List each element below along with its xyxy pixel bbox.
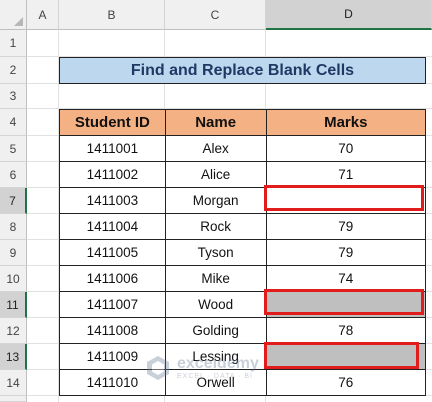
cell-marks[interactable]: 70	[265, 135, 427, 162]
row-header-7[interactable]: 7	[0, 188, 27, 214]
table-row: 1411005 Tyson 79	[59, 239, 427, 266]
cell-student-id[interactable]: 1411001	[59, 135, 166, 162]
cell-name[interactable]: Orwell	[164, 369, 267, 396]
cell-student-id[interactable]: 1411008	[59, 317, 166, 344]
cell-student-id[interactable]: 1411006	[59, 265, 166, 292]
sheet-title[interactable]: Find and Replace Blank Cells	[59, 57, 426, 84]
blank-cell-highlight-d13	[264, 342, 419, 369]
cell-name[interactable]: Alex	[164, 135, 267, 162]
cell-student-id[interactable]: 1411004	[59, 213, 166, 240]
cell-name[interactable]: Lessing	[164, 343, 267, 370]
row-header-1[interactable]: 1	[0, 30, 27, 57]
table-header-row: Student ID Name Marks	[59, 109, 427, 136]
cell-marks[interactable]: 78	[265, 317, 427, 344]
cell-student-id[interactable]: 1411010	[59, 369, 166, 396]
cell-student-id[interactable]: 1411009	[59, 343, 166, 370]
table-row: 1411004 Rock 79	[59, 213, 427, 240]
select-all-triangle-icon	[14, 17, 23, 26]
cell-name[interactable]: Alice	[164, 161, 267, 188]
cell-name[interactable]: Golding	[164, 317, 267, 344]
row-header-13[interactable]: 13	[0, 344, 27, 370]
cell-name[interactable]: Mike	[164, 265, 267, 292]
row-header-10[interactable]: 10	[0, 266, 27, 292]
column-header-c[interactable]: C	[165, 0, 266, 30]
row-header-3[interactable]: 3	[0, 84, 27, 109]
row-header-4[interactable]: 4	[0, 109, 27, 136]
table-row: 1411006 Mike 74	[59, 265, 427, 292]
column-header-b[interactable]: B	[59, 0, 165, 30]
table-row: 1411010 Orwell 76	[59, 369, 427, 396]
row-header-14[interactable]: 14	[0, 370, 27, 396]
table-row: 1411001 Alex 70	[59, 135, 427, 162]
cell-marks[interactable]: 79	[265, 239, 427, 266]
row-header-9[interactable]: 9	[0, 240, 27, 266]
row-header-8[interactable]: 8	[0, 214, 27, 240]
column-header-a[interactable]: A	[27, 0, 59, 30]
cell-marks[interactable]: 74	[265, 265, 427, 292]
cell-name[interactable]: Wood	[164, 291, 267, 318]
cell-marks[interactable]: 76	[265, 369, 427, 396]
select-all-corner[interactable]	[0, 0, 27, 30]
cell-student-id[interactable]: 1411007	[59, 291, 166, 318]
cell-student-id[interactable]: 1411005	[59, 239, 166, 266]
table-row: 1411002 Alice 71	[59, 161, 427, 188]
cell-marks[interactable]: 71	[265, 161, 427, 188]
row-header-5[interactable]: 5	[0, 136, 27, 162]
header-name[interactable]: Name	[164, 109, 267, 136]
table-row: 1411008 Golding 78	[59, 317, 427, 344]
blank-cell-highlight-d11	[264, 289, 424, 315]
header-marks[interactable]: Marks	[265, 109, 427, 136]
blank-cell-highlight-d7	[264, 185, 424, 211]
cell-student-id[interactable]: 1411003	[59, 187, 166, 214]
row-header-2[interactable]: 2	[0, 57, 27, 84]
spreadsheet: A B C D 1 2 3 4 5 6 7 8 9 10 11 12 13 14…	[0, 0, 432, 402]
cell-name[interactable]: Rock	[164, 213, 267, 240]
cell-marks[interactable]: 79	[265, 213, 427, 240]
row-header-11[interactable]: 11	[0, 292, 27, 318]
cell-name[interactable]: Morgan	[164, 187, 267, 214]
row-header-12[interactable]: 12	[0, 318, 27, 344]
header-student-id[interactable]: Student ID	[59, 109, 166, 136]
cell-name[interactable]: Tyson	[164, 239, 267, 266]
row-header-15-partial[interactable]	[0, 396, 27, 402]
row-header-6[interactable]: 6	[0, 162, 27, 188]
column-header-d[interactable]: D	[266, 0, 432, 30]
cell-student-id[interactable]: 1411002	[59, 161, 166, 188]
